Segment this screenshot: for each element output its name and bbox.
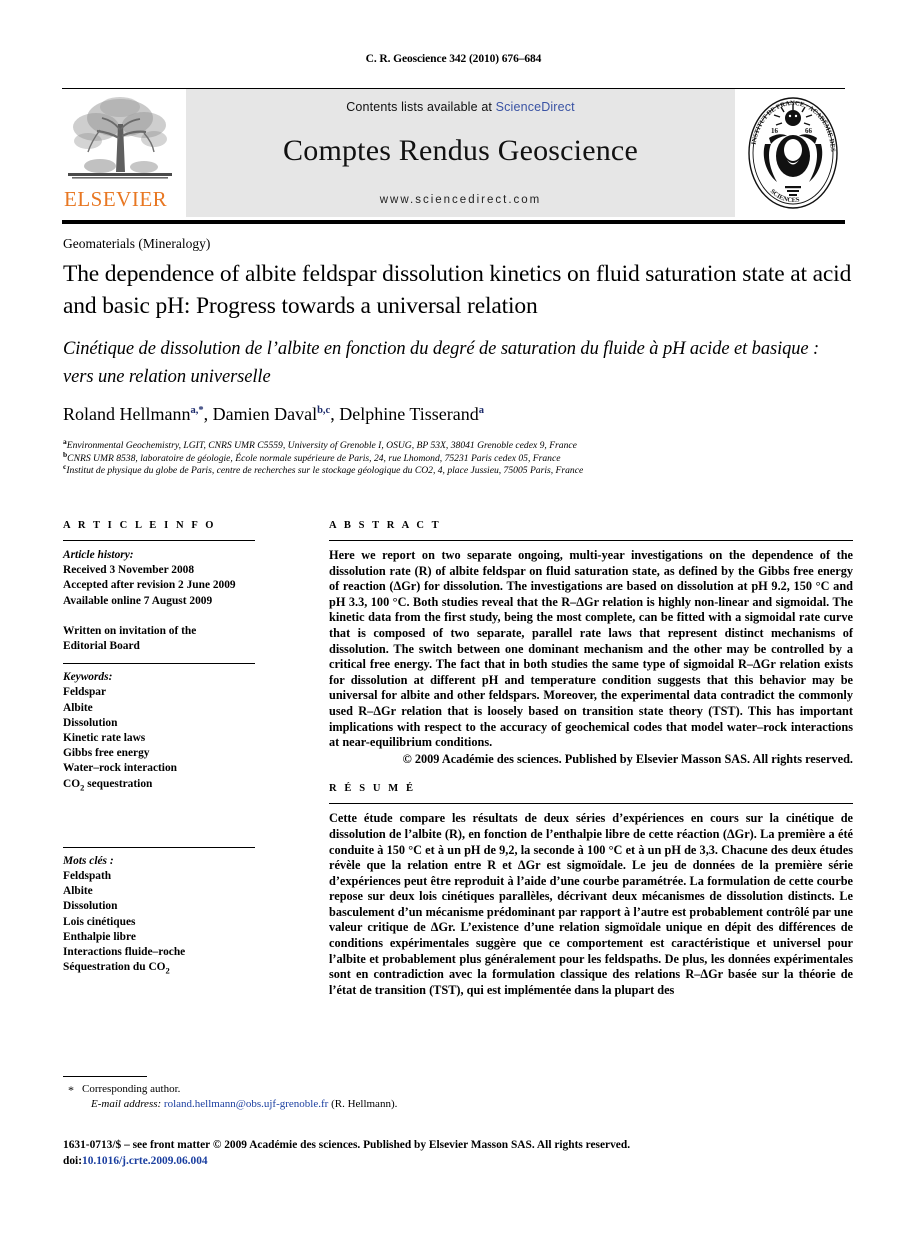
section-label: Geomaterials (Mineralogy) [63,236,211,251]
keyword-item: Water–rock interaction [63,762,177,775]
affiliation-item: bCNRS UMR 8538, laboratoire de géologie,… [63,450,853,466]
motcle-item: Lois cinétiques [63,915,136,928]
affiliation-text: CNRS UMR 8538, laboratoire de géologie, … [67,452,561,464]
divider [329,540,853,541]
affiliation-text: Institut de physique du globe de Paris, … [66,465,584,476]
keyword-item: Albite [63,701,93,714]
imprint-block: 1631-0713/$ – see front matter © 2009 Ac… [63,1138,853,1169]
abstract-text: Here we report on two separate ongoing, … [329,548,853,750]
author-affiliation-marks: a,* [190,405,204,416]
motcle-item: Albite [63,885,93,898]
masthead-center-band: Contents lists available at ScienceDirec… [186,89,735,217]
contents-lists-line: Contents lists available at ScienceDirec… [346,100,574,114]
sciencedirect-link[interactable]: ScienceDirect [496,100,575,114]
svg-text:66: 66 [805,127,813,135]
motcle-item: Interactions fluide–roche [63,946,186,959]
svg-text:16: 16 [771,127,779,135]
author-affiliation-marks: b,c [317,405,331,416]
keyword-item: Kinetic rate laws [63,732,146,745]
journal-title: Comptes Rendus Geoscience [283,134,638,167]
academy-seal-icon: 16 66 INSTITUT DE FRANCE · ACADÉMIE DES … [748,97,838,209]
elsevier-tree-icon [68,97,172,179]
article-history-label: Article history: [63,549,134,561]
doi-label: doi: [63,1154,82,1167]
email-label: E-mail address: [91,1098,162,1110]
academie-des-sciences-seal: 16 66 INSTITUT DE FRANCE · ACADÉMIE DES … [741,89,845,217]
divider [63,663,255,665]
page-title-french: Cinétique de dissolution de l’albite en … [63,339,820,387]
motcle-item: Dissolution [63,900,118,913]
affiliation-item: cInstitut de physique du globe de Paris,… [63,463,853,478]
footnote-block: * Corresponding author. E-mail address: … [63,1082,663,1112]
keyword-item: Dissolution [63,716,118,729]
motcle-item: Feldspath [63,870,112,883]
abstract-heading: A B S T R A C T [329,520,442,531]
resume-heading: R É S U M É [329,783,416,795]
history-item: Accepted after revision 2 June 2009 [63,579,236,592]
keyword-item: Feldspar [63,686,107,699]
elsevier-logo: ELSEVIER [62,89,180,217]
author-list: Roland Hellmanna,*, Damien Davalb,c, Del… [63,404,484,424]
affiliation-list: aEnvironmental Geochemistry, LGIT, CNRS … [63,438,853,478]
history-item: Available online 7 August 2009 [63,594,213,607]
article-info-heading: A R T I C L E I N F O [63,520,217,531]
history-item: Received 3 November 2008 [63,564,195,577]
affiliation-text: Environmental Geochemistry, LGIT, CNRS U… [66,440,577,451]
doi-link[interactable]: 10.1016/j.crte.2009.06.004 [82,1155,208,1167]
invitation-line: Editorial Board [63,640,140,653]
paper-page: C. R. Geoscience 342 (2010) 676–684 ELSE… [0,0,907,1238]
keyword-item: Gibbs free energy [63,747,150,760]
doi-line: doi:10.1016/j.crte.2009.06.004 [63,1154,853,1170]
affiliation-item: aEnvironmental Geochemistry, LGIT, CNRS … [63,438,853,453]
article-info-column: A R T I C L E I N F O Article history: R… [63,520,255,975]
running-head: C. R. Geoscience 342 (2010) 676–684 [365,53,542,65]
email-owner: (R. Hellmann). [331,1098,398,1110]
motcle-item: Enthalpie libre [63,930,136,943]
footnote-divider [63,1076,147,1077]
imprint-line: 1631-0713/$ – see front matter © 2009 Ac… [63,1139,631,1151]
abstract-copyright: © 2009 Académie des sciences. Published … [402,751,853,766]
motscles-label: Mots clés : [63,854,114,867]
keywords-label: Keywords: [63,671,113,684]
author-name: Delphine Tisserand [339,404,479,424]
corresponding-author-marker: * [68,1083,74,1097]
contents-prefix: Contents lists available at [346,100,496,114]
keyword-item: CO2 sequestration [63,777,153,792]
motscles-block: Mots clés : Feldspath Albite Dissolution… [63,854,255,976]
author-name: Damien Daval [212,404,318,424]
divider [329,803,853,805]
page-title: The dependence of albite feldspar dissol… [63,261,852,319]
corresponding-author-note: Corresponding author. [82,1083,181,1095]
keywords-block: Keywords: Feldspar Albite Dissolution Ki… [63,670,255,792]
motcle-item: Séquestration du CO2 [63,961,170,976]
email-link[interactable]: roland.hellmann@obs.ujf-grenoble.fr [164,1098,328,1110]
author-affiliation-marks: a [478,405,484,416]
article-history: Article history: Received 3 November 200… [63,548,255,654]
abstract-column: A B S T R A C T Here we report on two se… [329,520,853,998]
email-line: E-mail address: roland.hellmann@obs.ujf-… [91,1097,663,1112]
sciencedirect-url[interactable]: www.sciencedirect.com [380,194,542,206]
divider [63,846,255,848]
resume-text: Cette étude compare les résultats de deu… [329,811,853,997]
journal-masthead: ELSEVIER Contents lists available at Sci… [62,88,845,224]
author-name: Roland Hellmann [63,404,191,424]
invitation-line: Written on invitation of the [63,624,197,637]
divider [63,540,255,541]
elsevier-wordmark: ELSEVIER [64,187,168,211]
